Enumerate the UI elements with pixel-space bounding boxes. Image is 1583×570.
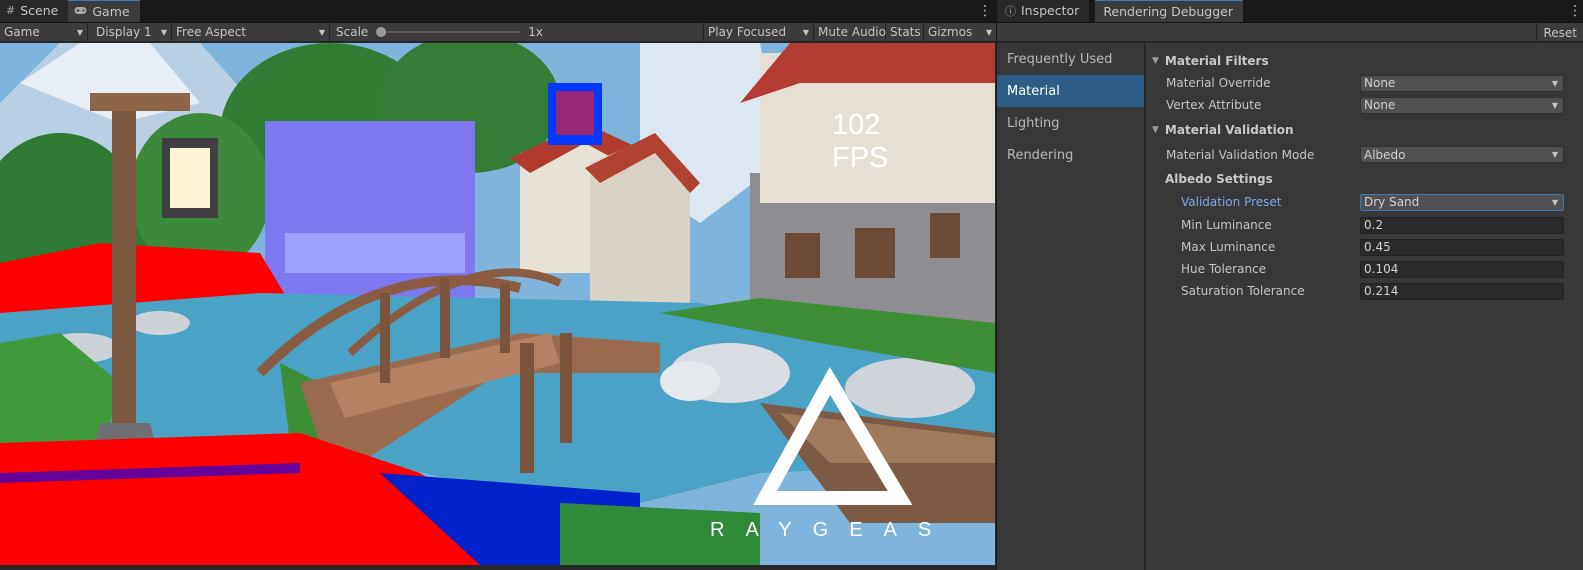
material-filters-foldout[interactable]: ▼ Material Filters: [1146, 50, 1583, 72]
scale-slider-track[interactable]: [376, 27, 521, 37]
stats-button[interactable]: Stats: [886, 22, 924, 42]
gizmos-dropdown[interactable]: Gizmos ▼: [924, 23, 996, 42]
material-filters-title: Material Filters: [1164, 54, 1269, 68]
scale-label: Scale: [336, 25, 369, 39]
scale-slider[interactable]: Scale 1x: [330, 22, 704, 42]
vertex-attribute-value: None: [1364, 98, 1396, 112]
max-luminance-label: Max Luminance: [1181, 240, 1276, 254]
min-luminance-row: Min Luminance 0.2: [1146, 214, 1583, 236]
fps-value: 102: [832, 109, 881, 141]
validation-preset-row: Validation Preset Dry Sand ▼: [1146, 190, 1583, 214]
min-luminance-field[interactable]: 0.2: [1360, 216, 1564, 234]
gamepad-icon: [74, 5, 87, 18]
chevron-down-icon: ▼: [1551, 197, 1558, 207]
game-toolbar: Game ▼ Display 1 ▼ Free Aspect ▼ Scale 1…: [0, 22, 996, 42]
mute-audio-label: Mute Audio: [818, 25, 886, 39]
max-luminance-field[interactable]: 0.45: [1360, 238, 1564, 256]
vertex-attribute-dropdown[interactable]: None ▼: [1360, 96, 1564, 114]
material-validation-title: Material Validation: [1164, 123, 1294, 137]
debugger-sidebar: Frequently Used Material Lighting Render…: [997, 43, 1145, 570]
chevron-down-icon: ▼: [1551, 150, 1558, 159]
debugger-toolbar: Reset: [997, 23, 1583, 42]
sidebar-item-frequently-used[interactable]: Frequently Used: [997, 43, 1144, 75]
chevron-down-icon: ▼: [802, 27, 809, 37]
reset-button[interactable]: Reset: [1536, 23, 1583, 42]
foldout-expanded-icon: ▼: [1152, 125, 1159, 135]
min-luminance-label: Min Luminance: [1181, 218, 1272, 232]
game-view-viewport[interactable]: 102 FPS RAYGEAS: [0, 43, 995, 565]
display-label: Display 1: [96, 25, 152, 39]
aspect-label: Free Aspect: [176, 25, 247, 39]
albedo-settings-title: Albedo Settings: [1165, 172, 1273, 186]
scale-value: 1x: [528, 25, 544, 39]
game-select-dropdown[interactable]: Game ▼: [0, 22, 88, 42]
play-mode-label: Play Focused: [708, 25, 787, 39]
validation-preset-dropdown[interactable]: Dry Sand ▼: [1360, 193, 1564, 211]
mute-audio-button[interactable]: Mute Audio: [814, 22, 886, 42]
chevron-down-icon: ▼: [1551, 100, 1558, 110]
chevron-down-icon: ▼: [985, 27, 992, 37]
display-dropdown[interactable]: Display 1 ▼: [88, 22, 172, 42]
chevron-down-icon: ▼: [318, 27, 325, 37]
chevron-down-icon: ▼: [160, 27, 167, 37]
chevron-down-icon: ▼: [1551, 78, 1558, 88]
debugger-more-menu-icon[interactable]: ⋮: [1568, 4, 1582, 18]
game-tabbar: # Scene Game: [0, 0, 996, 23]
tab-inspector-label: Inspector: [1021, 3, 1080, 18]
validation-preset-label: Validation Preset: [1181, 195, 1282, 209]
material-override-label: Material Override: [1166, 76, 1271, 90]
brand-logo-text: RAYGEAS: [710, 519, 953, 541]
hue-tolerance-label: Hue Tolerance: [1181, 262, 1267, 276]
aspect-dropdown[interactable]: Free Aspect ▼: [172, 22, 330, 42]
validation-preset-value: Dry Sand: [1364, 195, 1420, 209]
validation-mode-label: Material Validation Mode: [1166, 147, 1315, 162]
game-window: # Scene Game ⋮ Game ▼ Display 1 ▼ Free A…: [0, 0, 996, 570]
gizmos-label: Gizmos: [928, 25, 973, 39]
hue-tolerance-row: Hue Tolerance 0.104: [1146, 258, 1583, 280]
info-icon: ⓘ: [1005, 4, 1016, 18]
tab-rendering-debugger[interactable]: Rendering Debugger: [1095, 0, 1243, 22]
validation-mode-row: Material Validation Mode Albedo ▼: [1146, 141, 1583, 168]
grid-icon: #: [6, 4, 16, 17]
albedo-settings-header: Albedo Settings: [1146, 168, 1583, 190]
tab-game[interactable]: Game: [68, 0, 140, 22]
chevron-down-icon: ▼: [76, 27, 83, 37]
game-select-label: Game: [4, 25, 40, 39]
stats-label: Stats: [890, 25, 921, 39]
saturation-tolerance-row: Saturation Tolerance 0.214: [1146, 280, 1583, 302]
validation-mode-dropdown[interactable]: Albedo ▼: [1360, 146, 1564, 163]
tab-scene-label: Scene: [20, 3, 59, 18]
fps-counter: 102 FPS: [832, 109, 888, 175]
tab-inspector[interactable]: ⓘ Inspector: [997, 0, 1090, 22]
validation-mode-value: Albedo: [1364, 147, 1406, 162]
scale-slider-knob[interactable]: [376, 27, 387, 37]
sidebar-item-lighting[interactable]: Lighting: [997, 107, 1144, 139]
hue-tolerance-field[interactable]: 0.104: [1360, 260, 1564, 278]
material-validation-foldout[interactable]: ▼ Material Validation: [1146, 119, 1583, 141]
tab-scene[interactable]: # Scene: [0, 0, 69, 22]
max-luminance-row: Max Luminance 0.45: [1146, 236, 1583, 258]
saturation-tolerance-label: Saturation Tolerance: [1181, 284, 1305, 298]
vertex-attribute-row: Vertex Attribute None ▼: [1146, 94, 1583, 116]
foldout-expanded-icon: ▼: [1152, 56, 1159, 66]
saturation-tolerance-field[interactable]: 0.214: [1360, 282, 1564, 300]
fps-unit: FPS: [832, 142, 889, 174]
game-more-menu-icon[interactable]: ⋮: [978, 4, 992, 18]
debugger-tabbar: ⓘ Inspector Rendering Debugger: [997, 0, 1583, 23]
tab-rendering-debugger-label: Rendering Debugger: [1103, 4, 1233, 19]
rendering-debugger-window: ⓘ Inspector Rendering Debugger ⋮ Reset F…: [997, 0, 1583, 570]
vertex-attribute-label: Vertex Attribute: [1166, 98, 1262, 112]
tab-game-label: Game: [92, 4, 130, 19]
material-override-value: None: [1364, 76, 1396, 90]
material-settings-panel: ▼ Material Filters Material Override Non…: [1146, 43, 1583, 570]
material-override-row: Material Override None ▼: [1146, 72, 1583, 94]
reset-label: Reset: [1543, 25, 1577, 40]
play-mode-dropdown[interactable]: Play Focused ▼: [704, 22, 814, 42]
material-override-dropdown[interactable]: None ▼: [1360, 74, 1564, 92]
sidebar-item-material[interactable]: Material: [997, 75, 1144, 107]
sidebar-item-rendering[interactable]: Rendering: [997, 139, 1144, 171]
